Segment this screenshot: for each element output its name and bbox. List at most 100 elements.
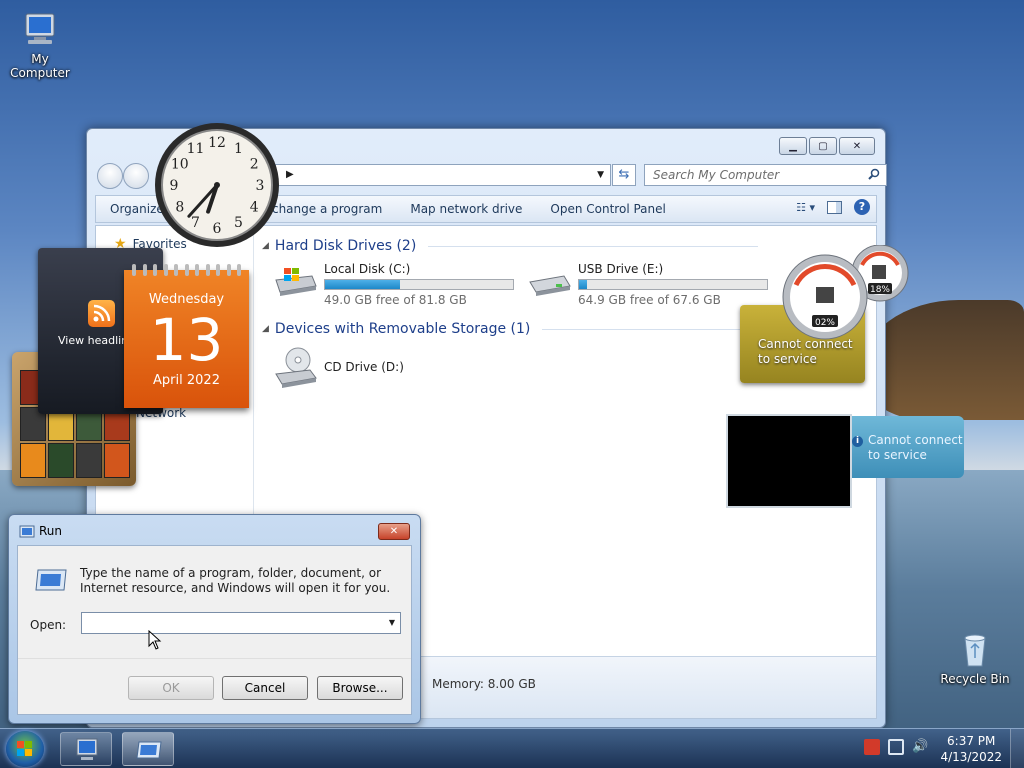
breadcrumb-arrow-icon[interactable]: ▶ bbox=[286, 169, 294, 180]
cd-drive-icon bbox=[275, 347, 317, 388]
group-header-hard-disk[interactable]: ◢ Hard Disk Drives (2) bbox=[262, 238, 759, 254]
group-header-removable[interactable]: ◢ Devices with Removable Storage (1) bbox=[262, 321, 783, 337]
drive-usage-fill bbox=[579, 280, 587, 289]
recycle-bin-icon bbox=[964, 634, 986, 667]
group-divider bbox=[428, 245, 759, 247]
run-icon bbox=[136, 741, 162, 759]
weather-panel: i Cannot connect to service bbox=[848, 416, 964, 478]
view-controls: ☷ ▾ ? bbox=[796, 199, 870, 215]
calendar-gadget[interactable]: Wednesday 13 April 2022 bbox=[124, 264, 249, 408]
drive-name: CD Drive (D:) bbox=[324, 360, 404, 374]
close-button[interactable]: ✕ bbox=[839, 137, 875, 155]
clock-numeral: 11 bbox=[187, 141, 205, 157]
puzzle-tile[interactable] bbox=[76, 443, 102, 478]
run-icon bbox=[19, 525, 35, 538]
computer-icon bbox=[76, 738, 98, 760]
minimize-button[interactable]: ▁ bbox=[779, 137, 807, 155]
taskbar: 🔊 6:37 PM 4/13/2022 bbox=[0, 728, 1024, 768]
drive-local-disk-c[interactable]: Local Disk (C:) 49.0 GB free of 81.8 GB bbox=[272, 262, 514, 307]
show-desktop-button[interactable] bbox=[1010, 729, 1024, 768]
puzzle-tile[interactable] bbox=[104, 443, 130, 478]
group-title: Hard Disk Drives (2) bbox=[274, 238, 417, 254]
desktop-icon-label: My Computer bbox=[10, 52, 70, 80]
computer-icon bbox=[25, 13, 55, 44]
close-button[interactable]: ✕ bbox=[378, 523, 410, 540]
taskbar-time: 6:37 PM bbox=[947, 734, 996, 748]
dialog-title: Run bbox=[39, 524, 63, 538]
back-button[interactable] bbox=[97, 163, 123, 189]
cancel-button[interactable]: Cancel bbox=[222, 676, 308, 700]
memory-icon bbox=[872, 265, 886, 279]
clock-numeral: 9 bbox=[170, 178, 179, 194]
dialog-description: Type the name of a program, folder, docu… bbox=[80, 566, 391, 595]
ok-button[interactable]: OK bbox=[128, 676, 214, 700]
hard-drive-icon bbox=[275, 268, 317, 296]
windows-logo-icon bbox=[17, 741, 32, 756]
drive-name: Local Disk (C:) bbox=[324, 262, 411, 276]
calendar-weekday: Wednesday bbox=[148, 292, 225, 307]
maximize-button[interactable]: ▢ bbox=[809, 137, 837, 155]
weather-error-message: Cannot connect to service bbox=[868, 433, 963, 462]
clock-numeral: 2 bbox=[250, 157, 259, 173]
calendar-rings bbox=[132, 264, 241, 276]
weather-gadget[interactable]: i Cannot connect to service bbox=[726, 414, 966, 508]
open-control-panel-button[interactable]: Open Control Panel bbox=[536, 202, 679, 216]
network-icon[interactable] bbox=[888, 739, 904, 755]
clock-numeral: 10 bbox=[171, 157, 189, 173]
forward-button[interactable] bbox=[123, 163, 149, 189]
chevron-down-icon[interactable]: ▼ bbox=[597, 170, 604, 180]
rss-icon bbox=[88, 300, 115, 327]
search-icon[interactable] bbox=[868, 168, 880, 180]
clock-numeral: 3 bbox=[256, 178, 265, 194]
clock-numeral: 12 bbox=[208, 135, 226, 151]
calendar-day: 13 bbox=[149, 306, 224, 374]
info-icon: i bbox=[852, 436, 863, 447]
search-placeholder: Search My Computer bbox=[653, 168, 780, 182]
taskbar-clock[interactable]: 6:37 PM 4/13/2022 bbox=[940, 733, 1002, 765]
action-center-icon[interactable] bbox=[864, 739, 880, 755]
taskbar-button-run[interactable] bbox=[122, 732, 174, 766]
run-dialog: Run ✕ Type the name of a program, folder… bbox=[8, 514, 421, 724]
clock-numeral: 1 bbox=[234, 141, 243, 157]
browse-button[interactable]: Browse... bbox=[317, 676, 403, 700]
desktop-icon-recycle-bin[interactable]: Recycle Bin bbox=[935, 630, 1015, 686]
search-input[interactable]: Search My Computer bbox=[644, 164, 887, 186]
open-combobox[interactable]: ▼ bbox=[81, 612, 401, 634]
desktop-icon-my-computer[interactable]: My Computer bbox=[0, 10, 80, 80]
clock-numeral: 5 bbox=[234, 215, 243, 231]
start-button[interactable] bbox=[6, 731, 44, 767]
puzzle-tile[interactable] bbox=[48, 443, 74, 478]
dialog-body: Type the name of a program, folder, docu… bbox=[17, 545, 412, 715]
drive-free-space: 49.0 GB free of 81.8 GB bbox=[324, 293, 467, 307]
volume-icon[interactable]: 🔊 bbox=[912, 739, 928, 755]
clock-numeral: 8 bbox=[175, 200, 184, 216]
map-network-drive-button[interactable]: Map network drive bbox=[396, 202, 536, 216]
drive-usage-bar bbox=[324, 279, 514, 290]
drive-usb-e[interactable]: USB Drive (E:) 64.9 GB free of 67.6 GB bbox=[526, 262, 768, 307]
taskbar-button-explorer[interactable] bbox=[60, 732, 112, 766]
change-view-icon[interactable]: ☷ ▾ bbox=[796, 201, 815, 214]
puzzle-tile[interactable] bbox=[20, 443, 46, 478]
clock-center bbox=[214, 182, 220, 188]
collapse-icon[interactable]: ◢ bbox=[262, 324, 269, 334]
address-bar[interactable]: ▶ ▼ bbox=[275, 164, 611, 186]
system-tray: 🔊 bbox=[864, 739, 928, 755]
clock-numeral: 7 bbox=[191, 215, 200, 231]
cpu-meter-gadget[interactable]: 18% 02% bbox=[740, 245, 910, 385]
chevron-down-icon[interactable]: ▼ bbox=[389, 618, 395, 627]
taskbar-date: 4/13/2022 bbox=[940, 750, 1002, 764]
open-label: Open: bbox=[30, 618, 67, 632]
drive-usage-fill bbox=[325, 280, 401, 289]
clock-gadget[interactable]: 1234567891011 12 bbox=[152, 120, 282, 250]
weather-display bbox=[726, 414, 852, 508]
cpu-icon bbox=[816, 287, 834, 303]
drive-cd-d[interactable]: CD Drive (D:) bbox=[272, 346, 404, 390]
help-icon[interactable]: ? bbox=[854, 199, 870, 215]
memory-usage: 18% bbox=[870, 285, 890, 295]
mouse-cursor-icon bbox=[148, 630, 162, 650]
clock-numeral: 6 bbox=[213, 221, 222, 237]
refresh-button[interactable]: ⇆ bbox=[612, 164, 636, 186]
calendar-month-year: April 2022 bbox=[153, 373, 220, 388]
clock-numeral: 4 bbox=[250, 200, 259, 216]
preview-pane-icon[interactable] bbox=[827, 200, 842, 214]
